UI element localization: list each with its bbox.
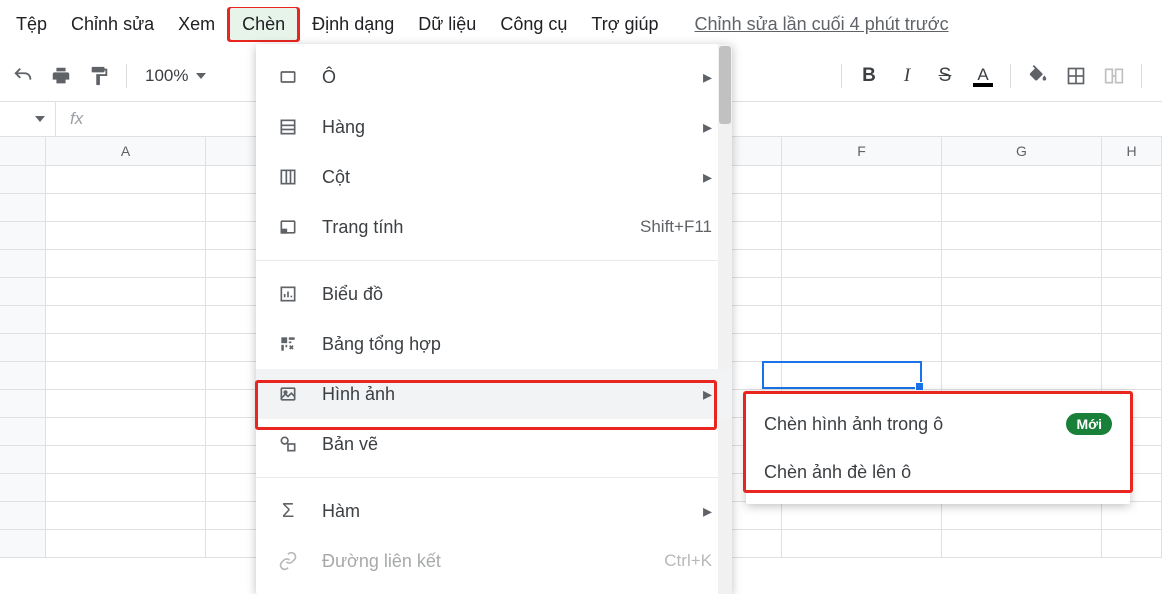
menu-data[interactable]: Dữ liệu — [406, 8, 488, 41]
menu-format[interactable]: Định dạng — [300, 8, 406, 41]
columns-icon — [274, 167, 302, 187]
menu-insert-function[interactable]: Σ Hàm ▸ — [256, 486, 732, 536]
menu-insert-sheet[interactable]: Trang tính Shift+F11 — [256, 202, 732, 252]
strikethrough-button[interactable]: S — [928, 59, 962, 93]
menu-insert-link[interactable]: Đường liên kết Ctrl+K — [256, 536, 732, 586]
rows-icon — [274, 117, 302, 137]
last-edit-link[interactable]: Chỉnh sửa lần cuối 4 phút trước — [695, 14, 949, 35]
text-color-button[interactable]: A — [966, 59, 1000, 93]
print-button[interactable] — [44, 59, 78, 93]
image-submenu: Chèn hình ảnh trong ô Mới Chèn ảnh đè lê… — [746, 392, 1130, 504]
drawing-icon — [274, 434, 302, 454]
cell-icon — [274, 67, 302, 87]
menu-separator — [256, 260, 732, 261]
menu-edit[interactable]: Chỉnh sửa — [59, 8, 166, 41]
menu-insert-row[interactable]: Hàng ▸ — [256, 102, 732, 152]
zoom-value: 100% — [145, 66, 188, 86]
sigma-icon: Σ — [274, 500, 302, 523]
undo-button[interactable] — [6, 59, 40, 93]
menu-help[interactable]: Trợ giúp — [579, 8, 670, 41]
selected-cell[interactable] — [762, 361, 922, 389]
menu-insert-image[interactable]: Hình ảnh ▸ — [256, 369, 732, 419]
sheet-icon — [274, 217, 302, 237]
name-box[interactable] — [0, 102, 56, 136]
submenu-insert-image-in-cell[interactable]: Chèn hình ảnh trong ô Mới — [746, 400, 1130, 448]
zoom-select[interactable]: 100% — [137, 66, 214, 86]
menu-file[interactable]: Tệp — [4, 8, 59, 41]
menu-insert-column[interactable]: Cột ▸ — [256, 152, 732, 202]
toolbar-separator — [1141, 64, 1142, 88]
menu-insert-pivot[interactable]: Bảng tổng hợp — [256, 319, 732, 369]
menu-insert-drawing[interactable]: Bản vẽ — [256, 419, 732, 469]
chart-icon — [274, 284, 302, 304]
menu-tools[interactable]: Công cụ — [488, 8, 579, 41]
select-all-corner[interactable] — [0, 137, 46, 165]
submenu-arrow-icon: ▸ — [703, 384, 712, 405]
col-header[interactable]: A — [46, 137, 206, 165]
bold-button[interactable]: B — [852, 59, 886, 93]
fill-color-button[interactable] — [1021, 59, 1055, 93]
shortcut-label: Ctrl+K — [664, 551, 712, 571]
italic-button[interactable]: I — [890, 59, 924, 93]
col-header[interactable]: G — [942, 137, 1102, 165]
submenu-arrow-icon: ▸ — [703, 117, 712, 138]
menu-view[interactable]: Xem — [166, 8, 227, 41]
menu-insert[interactable]: Chèn — [230, 8, 297, 40]
submenu-label: Chèn hình ảnh trong ô — [764, 414, 943, 435]
pivot-icon — [274, 334, 302, 354]
chevron-down-icon — [35, 116, 45, 122]
col-header[interactable]: F — [782, 137, 942, 165]
submenu-label: Chèn ảnh đè lên ô — [764, 462, 911, 483]
highlight-insert: Chèn — [227, 7, 300, 42]
chevron-down-icon — [196, 73, 206, 79]
col-header[interactable]: H — [1102, 137, 1162, 165]
submenu-arrow-icon: ▸ — [703, 67, 712, 88]
borders-button[interactable] — [1059, 59, 1093, 93]
menu-separator — [256, 477, 732, 478]
link-icon — [274, 551, 302, 571]
submenu-arrow-icon: ▸ — [703, 167, 712, 188]
submenu-insert-image-over-cells[interactable]: Chèn ảnh đè lên ô — [746, 448, 1130, 496]
shortcut-label: Shift+F11 — [640, 217, 712, 237]
submenu-arrow-icon: ▸ — [703, 501, 712, 522]
menu-insert-chart[interactable]: Biểu đồ — [256, 269, 732, 319]
toolbar-separator — [841, 64, 842, 88]
paint-format-button[interactable] — [82, 59, 116, 93]
fx-label: fx — [56, 109, 97, 129]
merge-cells-button[interactable] — [1097, 59, 1131, 93]
image-icon — [274, 384, 302, 404]
menu-insert-cell[interactable]: Ô ▸ — [256, 52, 732, 102]
toolbar-separator — [126, 64, 127, 88]
insert-dropdown: Ô ▸ Hàng ▸ Cột ▸ Trang tính Shift+F11 Bi… — [256, 44, 732, 594]
toolbar-separator — [1010, 64, 1011, 88]
new-badge: Mới — [1066, 413, 1112, 435]
